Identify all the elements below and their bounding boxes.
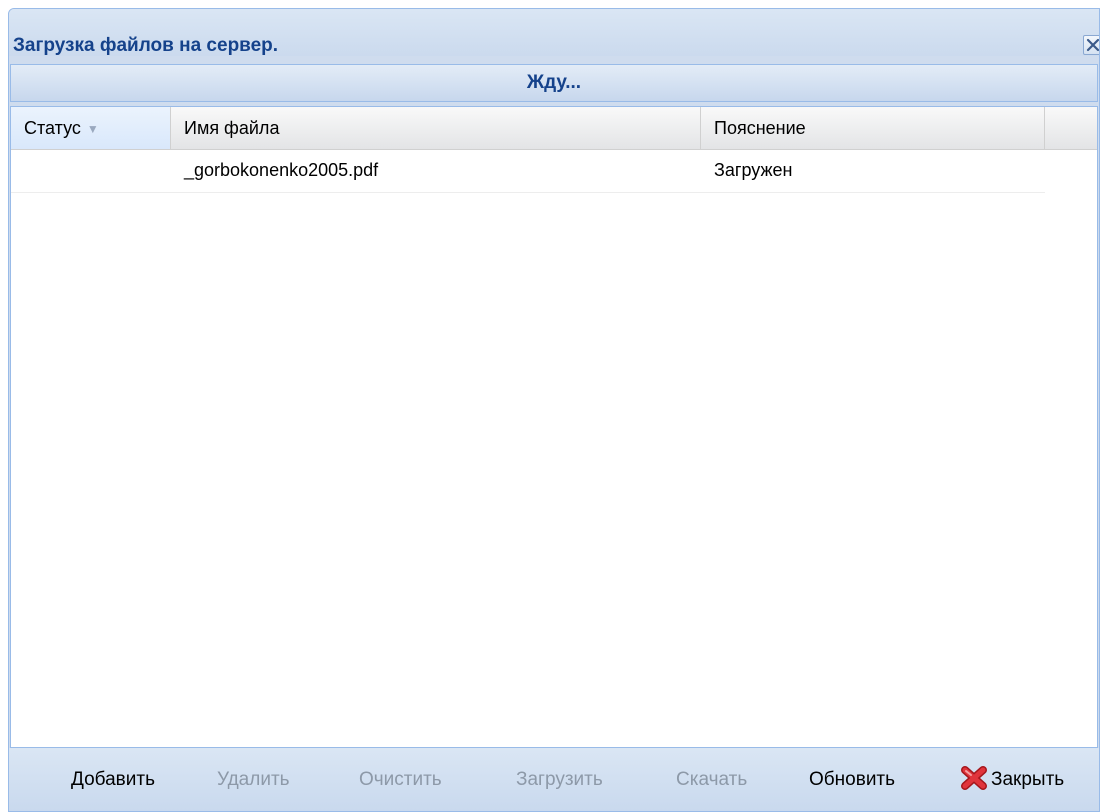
file-grid: Статус ▼ Имя файла Пояснение _gorbokonenk… xyxy=(10,106,1098,748)
title-bar: Загрузка файлов на сервер. xyxy=(9,9,1099,56)
bottom-toolbar: Добавить Удалить Очистить Загрузить Скач… xyxy=(9,748,1099,811)
red-x-icon xyxy=(961,766,987,790)
cell-status xyxy=(11,149,171,192)
column-header-spacer xyxy=(1045,107,1099,149)
close-icon xyxy=(1086,38,1099,52)
column-header-status[interactable]: Статус ▼ xyxy=(11,107,171,149)
close-window-button[interactable] xyxy=(1083,35,1099,55)
table-row[interactable]: _gorbokonenko2005.pdf Загружен xyxy=(11,149,1045,193)
dialog-title: Загрузка файлов на сервер. xyxy=(13,35,279,56)
add-button[interactable]: Добавить xyxy=(71,763,155,797)
status-text: Жду... xyxy=(526,72,582,93)
grid-header: Статус ▼ Имя файла Пояснение xyxy=(11,107,1097,150)
cell-filename: _gorbokonenko2005.pdf xyxy=(184,160,379,180)
download-button[interactable]: Скачать xyxy=(676,763,747,797)
clear-button[interactable]: Очистить xyxy=(359,763,442,797)
close-button-label: Закрыть xyxy=(991,769,1065,790)
cell-note: Загружен xyxy=(714,160,793,180)
close-button[interactable]: Закрыть xyxy=(959,763,1064,797)
sort-down-icon: ▼ xyxy=(86,122,99,137)
upload-status-bar: Жду... xyxy=(10,64,1098,102)
upload-dialog: Загрузка файлов на сервер. Жду... Статус… xyxy=(8,8,1100,812)
column-header-filename[interactable]: Имя файла xyxy=(171,107,701,149)
upload-button[interactable]: Загрузить xyxy=(516,763,603,797)
delete-button[interactable]: Удалить xyxy=(217,763,290,797)
refresh-button[interactable]: Обновить xyxy=(809,763,895,797)
column-header-note[interactable]: Пояснение xyxy=(701,107,1045,149)
